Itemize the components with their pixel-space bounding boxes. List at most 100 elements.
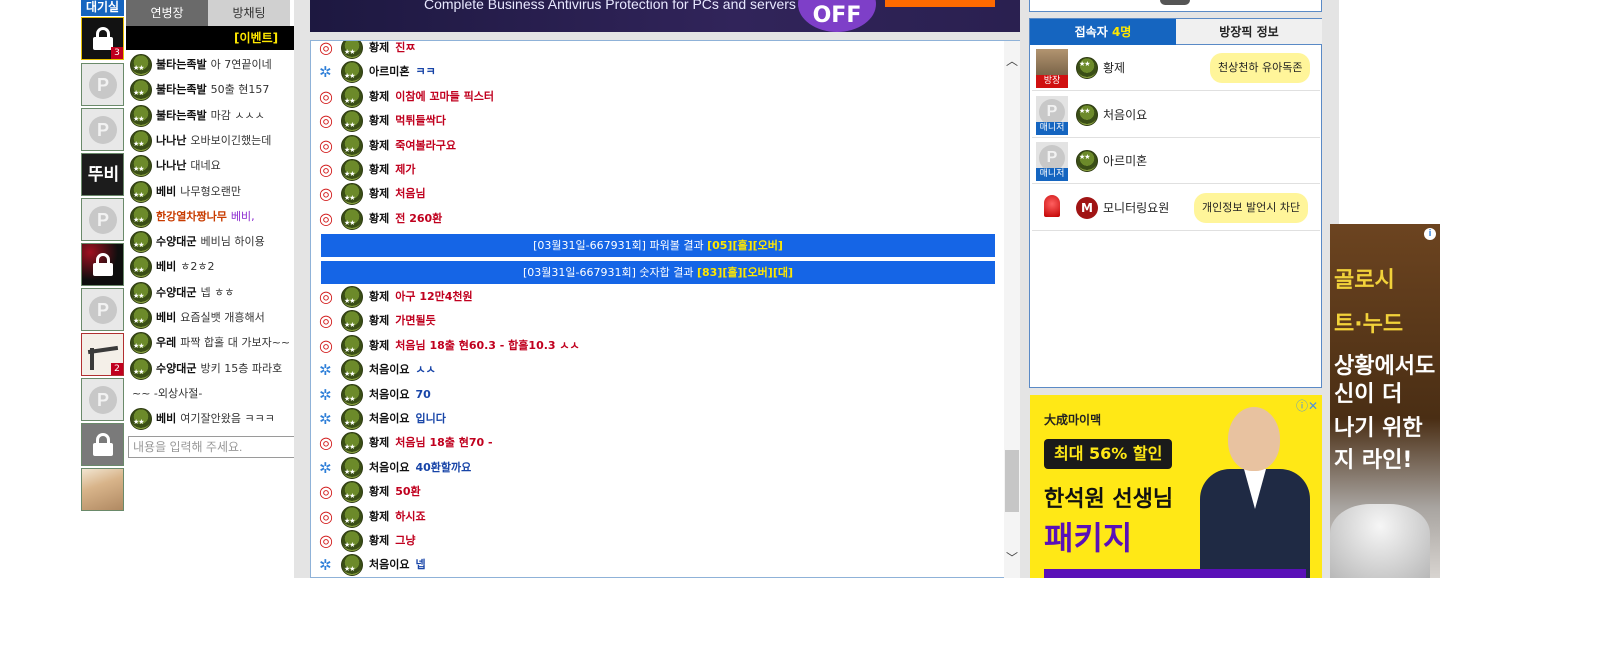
chat-message: ◎ 황제 이참에 꼬마들 픽스터: [319, 85, 494, 113]
default-avatar-icon: P: [89, 386, 117, 414]
user-name[interactable]: 모니터링요원: [1103, 199, 1169, 216]
chat-nick[interactable]: 나나난: [156, 159, 186, 172]
chat-nick[interactable]: 수양대군: [156, 286, 196, 299]
chat-text: 전 260환: [395, 211, 443, 225]
user-name[interactable]: 처음이요: [1103, 106, 1147, 123]
blue-gear-icon: ✲: [319, 458, 332, 477]
rank-cap-icon: [130, 79, 152, 102]
chat-nick[interactable]: 처음이요: [369, 558, 409, 571]
tab-room-info[interactable]: 방장픽 정보: [1176, 19, 1322, 45]
rank-cap-icon: [341, 110, 363, 137]
user-name[interactable]: 아르미혼: [1103, 152, 1147, 169]
user-row[interactable]: P매니저처음이요: [1032, 92, 1320, 138]
user-avatar[interactable]: P: [81, 288, 124, 331]
user-row[interactable]: P매니저아르미혼: [1032, 138, 1320, 184]
user-avatar[interactable]: 뚜비: [81, 153, 124, 196]
chat-nick[interactable]: 처음이요: [369, 363, 409, 376]
chat-text: 아 7연끝이네: [210, 58, 272, 71]
user-avatar[interactable]: [81, 243, 124, 286]
user-name[interactable]: 황제: [1103, 59, 1125, 76]
avatar-text: 뚜비: [87, 165, 120, 185]
result-value: [83][홀][오버][대]: [696, 266, 793, 279]
chat-nick[interactable]: 베비: [156, 260, 176, 273]
avatar-column: 대기실 3 P P 뚜비 P P 2 P: [81, 0, 124, 512]
ad-product-image: [1330, 504, 1430, 578]
ad-cta-button[interactable]: [885, 0, 995, 7]
chat-nick[interactable]: 황제: [369, 114, 389, 127]
rank-cap-icon: [341, 41, 363, 64]
user-avatar[interactable]: P: [81, 108, 124, 151]
lobby-chat-message: 우레 파짝 합홀 대 가보자~~: [130, 332, 294, 355]
chat-nick[interactable]: 황제: [369, 41, 389, 54]
chat-text: 이참에 꼬마들 픽스터: [395, 89, 494, 103]
chat-nick[interactable]: 황제: [369, 212, 389, 225]
tab-parade-ground[interactable]: 연병장: [126, 0, 208, 26]
ad-line: 나기 위한: [1334, 416, 1423, 441]
chat-nick[interactable]: 베비: [156, 185, 176, 198]
chat-scroll-thumb[interactable]: [1005, 450, 1019, 512]
chat-nick[interactable]: 황제: [369, 187, 389, 200]
chat-nick[interactable]: 베비: [156, 311, 176, 324]
chat-message: ✲ 처음이요 입니다: [319, 407, 446, 435]
chat-nick[interactable]: 우레: [156, 336, 176, 349]
user-avatar[interactable]: P: [81, 378, 124, 421]
chat-nick[interactable]: 아르미혼: [369, 65, 409, 78]
chat-nick[interactable]: 수양대군: [156, 235, 196, 248]
ad-close-icon[interactable]: ⓘ✕: [1296, 397, 1318, 414]
chat-nick[interactable]: 황제: [369, 485, 389, 498]
lobby-tabs: 연병장 방채팅: [126, 0, 294, 26]
lobby-chat-message: ~~ -외상사절-: [132, 386, 203, 400]
user-avatar[interactable]: 3: [81, 17, 124, 60]
user-row[interactable]: 방장 황제 천상천하 유아독존: [1032, 45, 1320, 91]
chat-message: ✲ 아르미혼 ㅋㅋ: [319, 60, 436, 88]
user-avatar[interactable]: [81, 468, 124, 511]
tab-room-chat[interactable]: 방채팅: [208, 0, 290, 26]
lobby-chat-input[interactable]: [128, 436, 294, 458]
user-row[interactable]: M 모니터링요원 개인정보 발언시 차단: [1032, 185, 1320, 231]
side-ad[interactable]: i 골로시 트·누드 상황에서도 신이 더 나기 위한 지 라인!: [1330, 224, 1440, 578]
user-avatar[interactable]: P: [81, 63, 124, 106]
chat-nick[interactable]: 베비: [156, 412, 176, 425]
chat-nick[interactable]: 처음이요: [369, 388, 409, 401]
scroll-down-icon[interactable]: ﹀: [1004, 550, 1020, 566]
rank-cap-icon: [341, 530, 363, 557]
chat-nick[interactable]: 황제: [369, 139, 389, 152]
chat-nick[interactable]: 불타는족발: [156, 58, 207, 71]
rank-cap-icon: [341, 134, 363, 162]
chat-nick[interactable]: 황제: [369, 510, 389, 523]
chat-nick[interactable]: 황제: [369, 534, 389, 547]
waiting-room-tab[interactable]: 대기실: [81, 0, 124, 16]
chat-text: 파짝 합홀 대 가보자~~: [180, 336, 291, 350]
chat-nick[interactable]: 불타는족발: [156, 109, 207, 122]
chat-nick[interactable]: 수양대군: [156, 362, 196, 375]
chat-nick[interactable]: 황제: [369, 339, 389, 352]
bottom-ad[interactable]: 大成마이맥 최대 56% 할인 한석원 선생님 패키지 ⓘ✕: [1030, 395, 1322, 578]
chat-nick[interactable]: 황제: [369, 436, 389, 449]
top-banner-ad[interactable]: Complete Business Antivirus Protection f…: [310, 0, 1020, 32]
chat-nick[interactable]: 나나난: [156, 134, 186, 147]
chat-nick[interactable]: 황제: [369, 290, 389, 303]
chat-message: ✲ 처음이요 40환할까요: [319, 456, 471, 484]
rank-cap-icon: [341, 481, 363, 508]
chat-text: 제가: [395, 163, 416, 176]
event-banner[interactable]: [이벤트]: [126, 26, 294, 50]
lock-icon: [93, 433, 113, 456]
chat-nick[interactable]: 처음이요: [369, 412, 409, 425]
red-swirl-icon: ◎: [319, 208, 333, 228]
siren-icon: [1036, 188, 1068, 221]
scroll-up-icon[interactable]: ︿: [1004, 53, 1020, 69]
rank-cap-icon: [130, 357, 152, 380]
chat-nick[interactable]: 황제: [369, 314, 389, 327]
top-right-button[interactable]: [1160, 0, 1190, 5]
chat-nick[interactable]: 처음이요: [369, 461, 409, 474]
blue-gear-icon: ✲: [319, 556, 332, 575]
ad-info-icon[interactable]: i: [1424, 228, 1436, 240]
user-avatar[interactable]: P: [81, 198, 124, 241]
chat-nick[interactable]: 황제: [369, 163, 389, 176]
tab-users[interactable]: 접속자 4명: [1030, 19, 1176, 45]
chat-nick[interactable]: 불타는족발: [156, 83, 207, 96]
chat-nick[interactable]: 황제: [369, 90, 389, 103]
user-avatar[interactable]: 2: [81, 333, 124, 376]
chat-nick[interactable]: 한강열차짱나무: [156, 210, 227, 223]
user-avatar[interactable]: [81, 423, 124, 466]
